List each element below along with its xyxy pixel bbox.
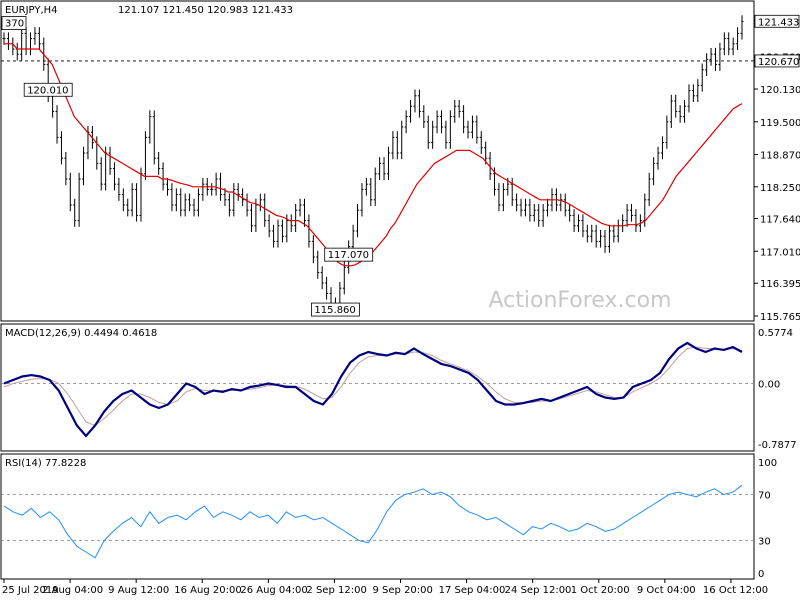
price-header-ohlc: 121.107 121.450 120.983 121.433 bbox=[118, 5, 293, 16]
price-axis-label: 118.250 bbox=[760, 183, 800, 194]
x-axis-label: 16 Aug 20:00 bbox=[174, 585, 241, 596]
watermark: ActionForex.com bbox=[489, 288, 672, 313]
price-header-symbol: EURJPY,H4 bbox=[5, 5, 58, 16]
macd-axis-label: 0.00 bbox=[758, 380, 780, 391]
x-axis-label: 17 Sep 04:00 bbox=[439, 585, 506, 596]
price-axis-label: 116.395 bbox=[760, 279, 800, 290]
rsi-axis-label: 70 bbox=[758, 491, 771, 502]
price-axis-highlight: 120.670 bbox=[754, 54, 800, 68]
price-axis-label: 118.870 bbox=[760, 151, 800, 162]
rsi-panel bbox=[0, 453, 755, 580]
annotation-label: 120.010 bbox=[27, 85, 68, 96]
price-axis-label: 121.433 bbox=[758, 17, 799, 28]
x-axis-label: 2 Aug 04:00 bbox=[42, 585, 103, 596]
x-axis-label: 1 Oct 20:00 bbox=[571, 585, 630, 596]
annotation-label: 370 bbox=[5, 19, 24, 30]
x-axis-label: 9 Sep 20:00 bbox=[373, 585, 433, 596]
annotation-label: 115.860 bbox=[314, 305, 355, 316]
chart-svg: ActionForex.com EURJPY,H4 121.107 121.45… bbox=[0, 0, 800, 596]
macd-axis-label: 0.5774 bbox=[758, 328, 793, 339]
rsi-axis-label: 0 bbox=[758, 569, 764, 580]
price-axis-label: 117.640 bbox=[760, 215, 800, 226]
rsi-axis-label: 100 bbox=[758, 458, 777, 469]
macd-axis-label: -0.7877 bbox=[758, 440, 797, 451]
price-annotation: 120.010 bbox=[23, 82, 73, 97]
chart-root: ActionForex.com EURJPY,H4 121.107 121.45… bbox=[0, 0, 800, 600]
annotation-label: 117.070 bbox=[328, 250, 369, 261]
macd-header: MACD(12,26,9) 0.4494 0.4618 bbox=[5, 328, 157, 339]
x-axis-label: 9 Aug 12:00 bbox=[108, 585, 169, 596]
x-axis-label: 9 Oct 04:00 bbox=[637, 585, 696, 596]
rsi-header: RSI(14) 77.8228 bbox=[5, 458, 86, 469]
x-axis-label: 2 Sep 12:00 bbox=[306, 585, 366, 596]
x-axis-label: 26 Aug 04:00 bbox=[240, 585, 307, 596]
price-axis-label: 115.765 bbox=[760, 312, 800, 323]
price-panel bbox=[0, 0, 755, 322]
x-axis-label: 16 Oct 12:00 bbox=[703, 585, 768, 596]
price-axis-label: 120.670 bbox=[758, 57, 799, 68]
x-axis-label: 24 Sep 12:00 bbox=[505, 585, 572, 596]
price-axis-label: 119.500 bbox=[760, 118, 800, 129]
price-annotation: 370 bbox=[1, 16, 27, 30]
price-axis-label: 120.130 bbox=[760, 85, 800, 96]
price-annotation: 117.070 bbox=[324, 247, 374, 262]
rsi-axis-label: 30 bbox=[758, 537, 771, 548]
price-axis-label: 117.010 bbox=[760, 247, 800, 258]
price-axis-highlight: 121.433 bbox=[754, 14, 800, 28]
price-annotation: 115.860 bbox=[311, 302, 360, 317]
